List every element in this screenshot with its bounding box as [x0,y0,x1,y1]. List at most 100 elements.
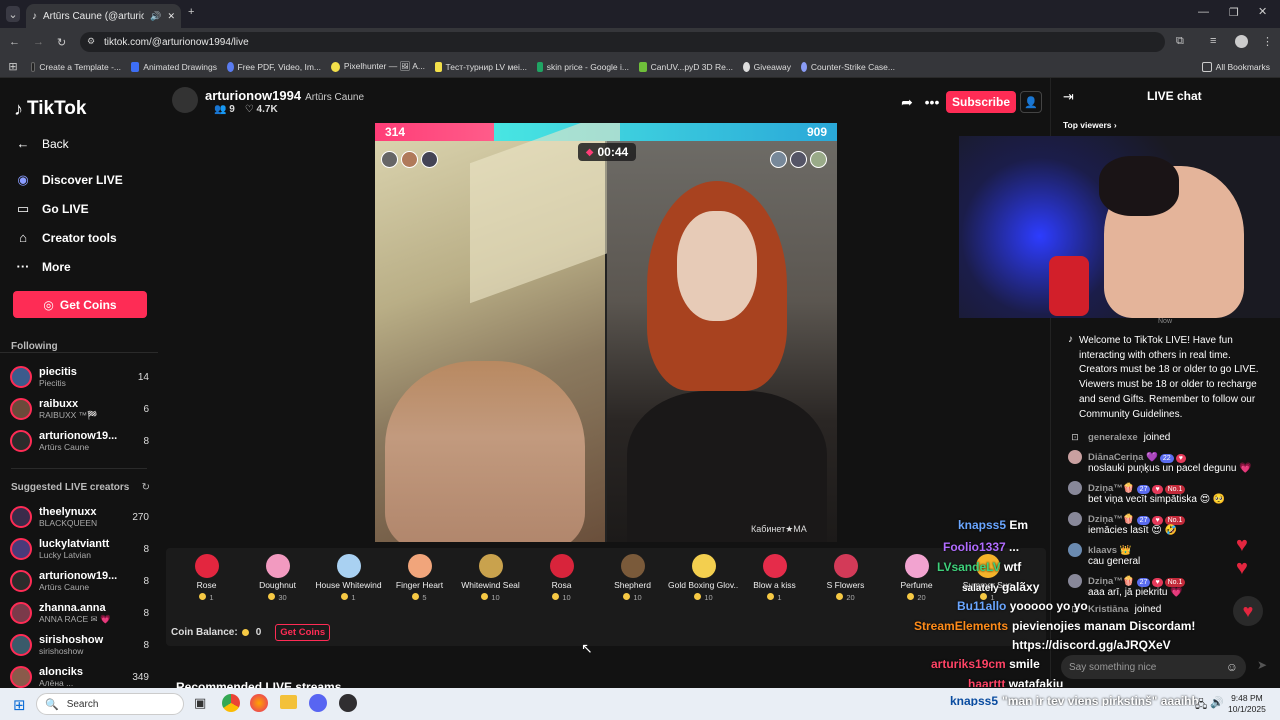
boxing-glove-gift-icon [691,554,716,578]
tiktok-logo[interactable]: ♪ TikTok [14,98,86,120]
gift-item[interactable]: Rosa 10 [526,548,597,602]
share-icon[interactable]: ➦ [896,92,918,112]
avatar [1068,543,1082,558]
avatar [10,366,32,388]
top-viewers-link[interactable]: Top viewers › [1063,120,1117,130]
all-bookmarks[interactable]: All Bookmarks [1197,61,1280,72]
gift-item[interactable]: House Whitewind 1 [313,548,384,602]
following-user-row[interactable]: raibuxx RAIBUXX ™🏁 6 [0,393,158,425]
gift-item[interactable]: Gold Boxing Glov... 10 [668,548,739,602]
left-top-gifters[interactable] [381,151,441,168]
get-coins-small-button[interactable]: Get Coins [275,624,331,641]
suggested-user-row[interactable]: arturionow19... Artūrs Caune 8 [0,565,158,597]
suggested-user-row[interactable]: sirishoshow sirishoshow 8 [0,629,158,661]
gift-item[interactable]: Finger Heart 5 [384,548,455,602]
kebab-menu-icon[interactable]: ⋮ [1262,35,1273,48]
suggested-section: Suggested LIVE creators ↻ theelynuxx BLAC… [0,482,158,693]
gift-item[interactable]: Shepherd 10 [597,548,668,602]
minimize-icon[interactable]: — [1198,6,1209,18]
site-info-icon[interactable]: ⚙ [87,36,95,47]
nav-creator-tools[interactable]: ⌂ Creator tools [0,223,158,252]
gift-item[interactable]: Whitewind Seal 10 [455,548,526,602]
bookmarks-bar: ⊞ Create a Template -... Animated Drawin… [0,56,1280,78]
bookmark-item[interactable]: Create a Template -... [26,61,126,72]
taskbar-search[interactable]: 🔍 Search [36,693,184,715]
firefox-taskbar-icon[interactable] [250,694,268,712]
more-options-icon[interactable]: ••• [921,92,943,112]
discord-taskbar-icon[interactable] [309,694,327,712]
subscribe-button[interactable]: Subscribe [946,91,1016,113]
browser-tab[interactable]: ♪ Artūrs Caune (@arturionow1994) | TikTo… [26,4,181,28]
avatar [1068,574,1082,589]
host-name-block[interactable]: arturionow1994 Artūrs Caune [205,88,364,103]
follow-user-icon[interactable]: 👤 [1020,91,1042,113]
suggested-user-row[interactable]: luckylatviantt Lucky Latvian 8 [0,533,158,565]
windows-start-icon[interactable]: ⊞ [13,696,26,714]
viewers-icon: 👥 [214,104,227,115]
close-window-icon[interactable]: ✕ [1258,5,1267,18]
overlay-line: https://discord.gg/aJRQXeV [1012,638,1171,652]
obs-taskbar-icon[interactable] [339,694,357,712]
bookmark-item[interactable]: skin price - Google i... [532,61,634,72]
extensions-icon[interactable]: ⧉ [1176,35,1184,48]
bookmark-favicon-icon [31,61,36,72]
nav-go-live[interactable]: ▭ Go LIVE [0,194,158,223]
collapse-chat-icon[interactable]: ⇥ [1063,89,1074,105]
browser-tab-bar: ⌄ + — ❐ ✕ [0,0,1280,28]
profile-avatar[interactable] [1235,35,1248,48]
nav-discover-live[interactable]: ◉ Discover LIVE [0,165,158,194]
tab-close-icon[interactable]: ✕ [167,11,175,22]
chat-input[interactable]: Say something nice ☺ [1061,655,1246,679]
bookmark-item[interactable]: Pixelhunter — 🖼 A... [326,61,430,72]
following-user-row[interactable]: arturionow19... Artūrs Caune 8 [0,425,158,457]
gift-item[interactable]: Doughnut 30 [242,548,313,602]
score-left: 314 [385,125,406,139]
network-icon[interactable]: 🖧 [1195,696,1207,715]
forward-arrow-icon[interactable]: → [33,36,44,48]
right-top-gifters[interactable] [770,151,830,168]
suggested-user-row[interactable]: theelynuxx BLACKQUEEN 270 [0,501,158,533]
gift-item[interactable]: Blow a kiss 1 [739,548,810,602]
audio-icon[interactable]: 🔊 [150,11,161,22]
following-user-row[interactable]: piecitis Piecitis 14 [0,361,158,393]
maximize-icon[interactable]: ❐ [1229,6,1239,19]
url-field[interactable]: ⚙ tiktok.com/@arturionow1994/live [80,32,1165,52]
pip-streamer-hair [1099,156,1179,216]
participant-face [677,211,757,321]
back-arrow-icon[interactable]: ← [9,36,20,48]
coin-icon [412,593,420,600]
pip-streamer-video[interactable] [959,136,1280,318]
new-tab-icon[interactable]: + [188,6,194,18]
get-coins-button[interactable]: ◎ Get Coins [13,291,147,318]
gift-item[interactable]: Rose 1 [171,548,242,602]
refresh-icon[interactable]: ↻ [142,482,150,493]
bookmark-item[interactable]: Animated Drawings [126,61,222,72]
finger-heart-gift-icon [407,554,432,578]
bookmark-item[interactable]: Тест-турнир LV меі... [430,61,532,72]
nav-more[interactable]: ··· More [0,252,158,281]
file-explorer-icon[interactable] [280,695,297,709]
live-video[interactable]: 314 909 Кабинет★МА ◆ 00:44 [375,123,837,542]
host-avatar[interactable] [172,87,198,113]
chrome-taskbar-icon[interactable] [222,694,240,712]
watermark-text: Кабинет★МА [751,524,807,534]
system-clock[interactable]: 9:48 PM 10/1/2025 [1228,693,1266,715]
send-icon[interactable]: ➤ [1257,658,1267,672]
gifter-avatar [770,151,787,168]
bookmark-item[interactable]: Giveaway [738,61,796,72]
media-controls-icon[interactable]: ≡ [1210,35,1216,47]
bookmark-item[interactable]: Counter-Strike Case... [796,61,900,72]
nav-back[interactable]: ← Back [0,129,158,158]
volume-icon[interactable]: 🔊 [1210,696,1224,709]
emoji-icon[interactable]: ☺ [1226,660,1238,674]
overlay-line: knapss5 Em [958,518,1029,532]
bookmark-item[interactable]: Free PDF, Video, Im... [222,61,326,72]
reload-icon[interactable]: ↻ [57,36,66,49]
task-view-icon[interactable]: ▣ [194,695,206,711]
bookmark-item[interactable]: CanUV...pyD 3D Re... [634,61,738,72]
apps-grid-icon[interactable]: ⊞ [0,60,26,73]
suggested-user-row[interactable]: zhanna.anna ANNA RACE ✉ 💗 8 [0,597,158,629]
like-heart-button[interactable]: ♥ [1233,596,1263,626]
windows-taskbar: ⊞ ▣ knapss5 "man ir tev viens pirkstiņš" … [0,688,1280,720]
tab-list-icon[interactable]: ⌄ [6,6,20,22]
